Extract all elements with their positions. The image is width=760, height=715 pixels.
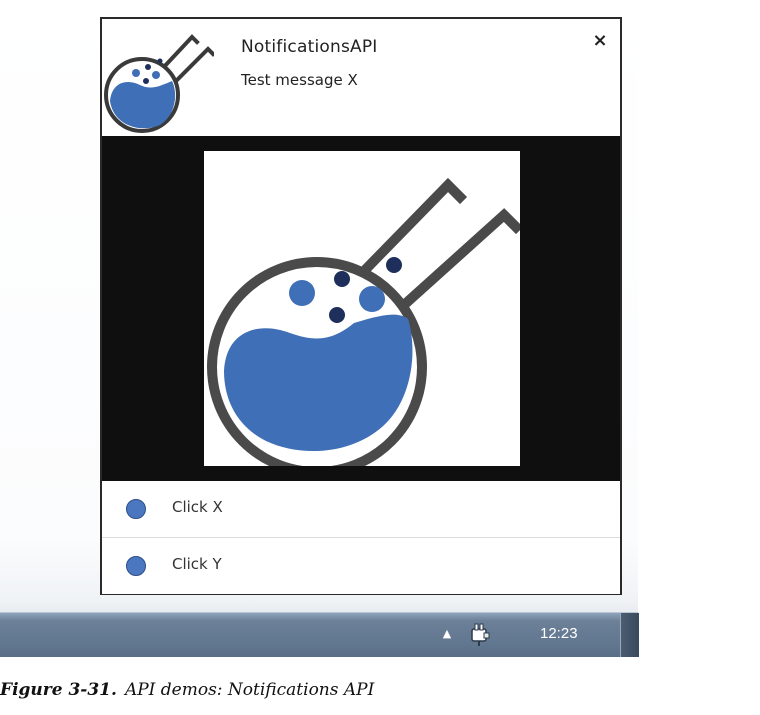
action-button-label: Click X (172, 498, 223, 516)
action-button-label: Click Y (172, 555, 222, 573)
power-plug-icon[interactable] (468, 621, 492, 647)
taskbar-clock[interactable]: 12:23 (540, 625, 578, 642)
notification-image-area (102, 136, 620, 481)
flask-logo-image (204, 151, 520, 466)
figure-caption-text: API demos: Notifications API (124, 680, 375, 700)
blue-circle-icon (126, 556, 146, 576)
notification-message: Test message X (241, 71, 358, 89)
action-button-click-y[interactable]: Click Y (102, 538, 620, 594)
flask-logo-icon (104, 34, 214, 133)
notification-header: NotificationsAPI Test message X × (102, 19, 620, 136)
action-button-click-x[interactable]: Click X (102, 481, 620, 538)
show-desktop-button[interactable] (620, 613, 639, 657)
figure-caption: Figure 3-31. API demos: Notifications API (0, 680, 374, 700)
show-hidden-icons-arrow-icon[interactable]: ▲ (440, 627, 454, 641)
close-icon[interactable]: × (588, 29, 612, 53)
taskbar: ▲ 12:23 (0, 612, 639, 657)
notification-title: NotificationsAPI (241, 37, 378, 57)
blue-circle-icon (126, 499, 146, 519)
notification-popup: NotificationsAPI Test message X × Click … (100, 17, 622, 595)
figure-number: Figure 3-31. (0, 680, 117, 700)
